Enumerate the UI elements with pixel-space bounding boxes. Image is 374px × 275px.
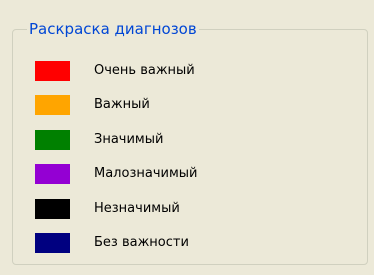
color-swatch: [35, 164, 70, 185]
legend-item-significant: Значимый: [35, 129, 335, 164]
color-legend: Очень важный Важный Значимый Малозначимы…: [35, 61, 335, 267]
color-swatch: [35, 198, 70, 219]
color-swatch: [35, 61, 70, 81]
color-swatch: [35, 95, 70, 116]
group-title: Раскраска диагнозов: [27, 19, 199, 39]
legend-item-very-important: Очень важный: [35, 61, 335, 95]
legend-label: Незначимый: [94, 200, 180, 216]
legend-label: Важный: [94, 97, 150, 113]
legend-item-no-importance: Без важности: [35, 232, 335, 267]
legend-item-insignificant: Незначимый: [35, 198, 335, 233]
legend-item-minor: Малозначимый: [35, 164, 335, 198]
legend-label: Значимый: [94, 131, 164, 147]
color-swatch: [35, 232, 70, 253]
legend-label: Малозначимый: [94, 166, 198, 182]
legend-item-important: Важный: [35, 95, 335, 129]
legend-label: Без важности: [94, 234, 189, 250]
color-swatch: [35, 129, 70, 150]
legend-label: Очень важный: [94, 63, 195, 78]
